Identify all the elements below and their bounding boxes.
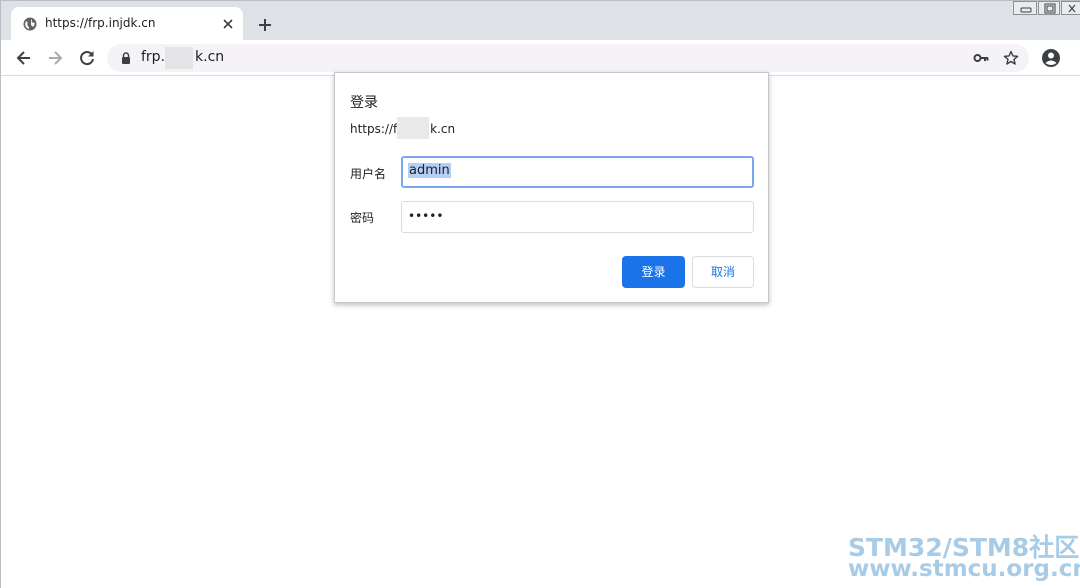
lock-icon[interactable] <box>120 52 132 64</box>
tab-title: https://frp.injdk.cn <box>45 16 156 30</box>
close-window-button[interactable] <box>1061 1 1080 15</box>
back-icon[interactable] <box>14 48 34 68</box>
maximize-button[interactable] <box>1038 1 1060 15</box>
close-window-icon <box>1068 4 1076 13</box>
new-tab-icon[interactable] <box>255 15 275 35</box>
login-dialog: 登录 https://fr k.cn 用户名 admin 密码 ••••• 登录 … <box>334 72 769 303</box>
watermark-url: www.stmcu.org.cn <box>848 556 1080 582</box>
globe-icon <box>23 17 37 31</box>
redacted-region <box>165 47 193 69</box>
tab-close-icon[interactable] <box>221 17 235 31</box>
reload-icon[interactable] <box>77 48 97 68</box>
profile-icon[interactable] <box>1041 48 1061 68</box>
cancel-button[interactable]: 取消 <box>692 256 754 288</box>
star-icon[interactable] <box>1003 50 1019 66</box>
login-button[interactable]: 登录 <box>622 256 685 288</box>
window-left-border <box>0 76 1 588</box>
browser-tab[interactable]: https://frp.injdk.cn <box>11 7 243 41</box>
username-label: 用户名 <box>350 167 387 181</box>
browser-toolbar: frp. k.cn <box>0 40 1080 76</box>
dialog-title: 登录 <box>350 95 378 111</box>
forward-icon[interactable] <box>45 48 65 68</box>
address-bar[interactable]: frp. k.cn <box>107 44 1029 72</box>
password-label: 密码 <box>350 211 375 225</box>
minimize-icon <box>1020 7 1032 13</box>
key-icon[interactable] <box>973 51 989 65</box>
maximize-icon <box>1044 3 1056 14</box>
tab-strip: https://frp.injdk.cn <box>0 0 1080 41</box>
redacted-region <box>397 117 429 139</box>
password-value: ••••• <box>408 209 444 223</box>
password-field[interactable]: ••••• <box>401 201 754 233</box>
username-value: admin <box>408 163 451 178</box>
username-field[interactable]: admin <box>401 156 754 188</box>
minimize-button[interactable] <box>1013 1 1037 15</box>
